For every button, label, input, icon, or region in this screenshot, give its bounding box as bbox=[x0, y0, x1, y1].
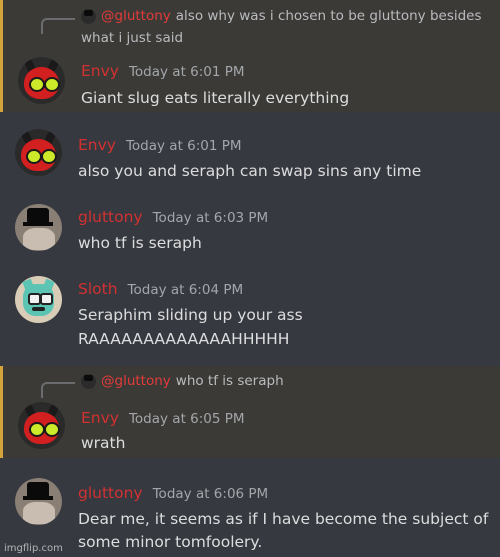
reply-text-continued: what i just said bbox=[81, 30, 184, 46]
message-text-line-2: some minor tomfoolery. bbox=[78, 533, 263, 551]
reply-avatar bbox=[81, 8, 96, 24]
timestamp[interactable]: Today at 6:06 PM bbox=[153, 486, 269, 502]
message-text-line-1: Seraphim sliding up your ass bbox=[78, 306, 303, 324]
message-text-line-1: Dear me, it seems as if I have become th… bbox=[78, 510, 489, 528]
message-text: also you and seraph can swap sins any ti… bbox=[78, 162, 422, 180]
message-text: Giant slug eats literally everything bbox=[81, 89, 350, 107]
username[interactable]: Envy bbox=[81, 409, 119, 427]
message-1[interactable]: @gluttony also why was i chosen to be gl… bbox=[0, 0, 500, 112]
message-2[interactable]: Envy Today at 6:01 PM also you and serap… bbox=[0, 118, 500, 188]
timestamp[interactable]: Today at 6:01 PM bbox=[129, 64, 245, 80]
reply-text: also why was i chosen to be gluttony bes… bbox=[175, 8, 482, 24]
reply-preview[interactable]: @gluttony who tf is seraph bbox=[81, 373, 284, 389]
timestamp[interactable]: Today at 6:05 PM bbox=[129, 411, 245, 427]
message-5[interactable]: @gluttony who tf is seraph Envy Today at… bbox=[0, 366, 500, 458]
gluttony-avatar[interactable] bbox=[15, 204, 62, 251]
envy-avatar[interactable] bbox=[18, 402, 65, 449]
reply-username[interactable]: @gluttony bbox=[101, 373, 171, 389]
message-6[interactable]: gluttony Today at 6:06 PM Dear me, it se… bbox=[0, 468, 500, 557]
username[interactable]: Sloth bbox=[78, 280, 118, 298]
message-4[interactable]: Sloth Today at 6:04 PM Seraphim sliding … bbox=[0, 268, 500, 358]
username[interactable]: Envy bbox=[78, 136, 116, 154]
sloth-avatar[interactable] bbox=[15, 276, 62, 323]
gluttony-avatar[interactable] bbox=[15, 478, 62, 525]
envy-avatar[interactable] bbox=[18, 57, 65, 104]
envy-avatar[interactable] bbox=[15, 129, 62, 176]
message-text: who tf is seraph bbox=[78, 234, 202, 252]
watermark: imgflip.com bbox=[4, 543, 63, 554]
message-3[interactable]: gluttony Today at 6:03 PM who tf is sera… bbox=[0, 196, 500, 266]
reply-preview[interactable]: @gluttony also why was i chosen to be gl… bbox=[81, 8, 482, 24]
message-text: wrath bbox=[81, 434, 126, 452]
reply-text: who tf is seraph bbox=[175, 373, 284, 389]
reply-spine bbox=[41, 18, 75, 34]
username[interactable]: gluttony bbox=[78, 484, 143, 502]
message-text-line-2: RAAAAAAAAAAAAAHHHHH bbox=[78, 330, 290, 348]
timestamp[interactable]: Today at 6:04 PM bbox=[128, 282, 244, 298]
reply-spine bbox=[41, 382, 75, 398]
reply-username[interactable]: @gluttony bbox=[101, 8, 171, 24]
reply-avatar bbox=[81, 373, 96, 389]
timestamp[interactable]: Today at 6:01 PM bbox=[126, 138, 242, 154]
timestamp[interactable]: Today at 6:03 PM bbox=[153, 210, 269, 226]
username[interactable]: gluttony bbox=[78, 208, 143, 226]
username[interactable]: Envy bbox=[81, 62, 119, 80]
